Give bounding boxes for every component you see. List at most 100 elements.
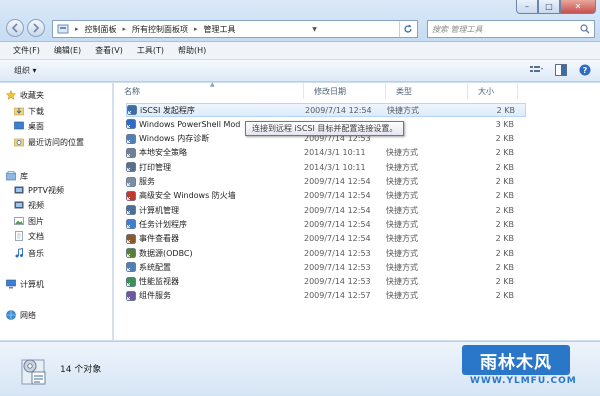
file-name-cell: 高级安全 Windows 防火墙 <box>126 190 304 201</box>
column-header-type[interactable]: 类型 <box>386 83 468 99</box>
file-row[interactable]: 性能监视器 2009/7/14 12:53 快捷方式 2 KB <box>126 275 526 289</box>
nav-libraries[interactable]: 库 <box>6 169 28 183</box>
file-name-cell: 数据源(ODBC) <box>126 248 304 259</box>
menu-file[interactable]: 文件(F) <box>8 45 45 56</box>
file-row[interactable]: 打印管理 2014/3/1 10:11 快捷方式 2 KB <box>126 160 526 174</box>
documents-library-icon <box>15 231 23 241</box>
view-options-button[interactable] <box>530 63 544 77</box>
video-library-icon <box>14 201 24 209</box>
back-button[interactable] <box>6 19 24 37</box>
forward-arrow-icon <box>33 23 40 33</box>
file-row[interactable]: 本地安全策略 2014/3/1 10:11 快捷方式 2 KB <box>126 146 526 160</box>
file-size-cell: 2 KB <box>495 219 514 229</box>
address-bar[interactable]: ▸ 控制面板 ▸ 所有控制面板项 ▸ 管理工具 ▼ <box>52 20 418 38</box>
file-name-cell: 计算机管理 <box>126 205 304 216</box>
nav-downloads[interactable]: 下载 <box>14 104 44 118</box>
nav-pictures[interactable]: 图片 <box>14 214 44 228</box>
breadcrumb-control-panel[interactable]: 控制面板 <box>85 24 117 35</box>
organize-button[interactable]: 组织 ▾ <box>14 65 37 76</box>
file-row[interactable]: 服务 2009/7/14 12:54 快捷方式 2 KB <box>126 175 526 189</box>
nav-network[interactable]: 网络 <box>6 308 36 322</box>
column-header-size[interactable]: 大小 <box>468 83 518 99</box>
file-size-cell: 2 KB <box>495 234 514 244</box>
file-size-cell: 2 KB <box>495 162 514 172</box>
file-row[interactable]: 计算机管理 2009/7/14 12:54 快捷方式 2 KB <box>126 203 526 217</box>
file-name: iSCSI 发起程序 <box>140 105 195 115</box>
breadcrumb-all-items[interactable]: 所有控制面板项 <box>132 24 188 35</box>
file-date-cell: 2009/7/14 12:54 <box>305 105 372 115</box>
nav-videos[interactable]: 视频 <box>14 198 44 212</box>
nav-documents[interactable]: 文档 <box>14 229 44 243</box>
forward-button[interactable] <box>27 19 45 37</box>
search-icon[interactable] <box>580 24 590 34</box>
search-input[interactable]: 搜索 管理工具 <box>427 20 595 38</box>
downloads-folder-icon <box>14 107 24 116</box>
recent-places-icon <box>14 138 24 147</box>
file-row[interactable]: 事件查看器 2009/7/14 12:54 快捷方式 2 KB <box>126 232 526 246</box>
nav-desktop[interactable]: 桌面 <box>14 119 44 133</box>
file-name: 计算机管理 <box>139 205 179 215</box>
breadcrumb-admin-tools[interactable]: 管理工具 <box>204 24 236 35</box>
shortcut-icon <box>126 219 136 230</box>
shortcut-icon <box>126 191 136 201</box>
column-header-date[interactable]: 修改日期 <box>304 83 386 99</box>
file-name-cell: 本地安全策略 <box>126 147 304 158</box>
menu-tools[interactable]: 工具(T) <box>132 45 169 56</box>
nav-label: 库 <box>20 171 28 181</box>
file-row[interactable]: 数据源(ODBC) 2009/7/14 12:53 快捷方式 2 KB <box>126 246 526 260</box>
file-type-cell: 快捷方式 <box>386 205 418 215</box>
shortcut-icon <box>126 176 136 187</box>
star-icon <box>6 90 16 100</box>
file-name-cell: iSCSI 发起程序 <box>127 105 305 116</box>
file-name: 组件服务 <box>139 291 171 301</box>
shortcut-icon <box>126 119 136 130</box>
close-button[interactable]: ✕ <box>560 0 596 14</box>
file-date-cell: 2009/7/14 12:54 <box>304 191 371 201</box>
nav-recent-places[interactable]: 最近访问的位置 <box>14 135 84 149</box>
maximize-button[interactable]: □ <box>538 0 560 14</box>
file-row[interactable]: 任务计划程序 2009/7/14 12:54 快捷方式 2 KB <box>126 217 526 231</box>
file-type-cell: 快捷方式 <box>386 262 418 272</box>
preview-pane-button[interactable] <box>554 63 568 77</box>
help-icon: ? <box>579 64 591 76</box>
file-date-cell: 2009/7/14 12:54 <box>304 219 371 229</box>
refresh-button[interactable] <box>398 21 417 37</box>
admin-tools-folder-icon <box>21 359 46 385</box>
file-row[interactable]: 组件服务 2009/7/14 12:57 快捷方式 2 KB <box>126 289 526 303</box>
libraries-icon <box>6 171 16 181</box>
file-size-cell: 3 KB <box>495 119 514 129</box>
menu-view[interactable]: 查看(V) <box>90 45 128 56</box>
menu-edit[interactable]: 编辑(E) <box>49 45 86 56</box>
file-type-cell: 快捷方式 <box>386 277 418 287</box>
nav-pptv-videos[interactable]: PPTV视频 <box>14 183 64 197</box>
address-dropdown-icon[interactable]: ▼ <box>312 26 322 33</box>
file-size-cell: 2 KB <box>495 134 514 144</box>
column-header-name[interactable]: 名称 <box>114 83 304 99</box>
watermark-url: WWW.YLMFU.COM <box>470 376 577 386</box>
pictures-library-icon <box>14 217 24 225</box>
refresh-icon <box>404 24 413 33</box>
file-type-cell: 快捷方式 <box>386 162 418 172</box>
minimize-button[interactable]: – <box>516 0 538 14</box>
nav-label: 桌面 <box>28 121 44 131</box>
video-library-icon <box>14 186 24 194</box>
computer-icon <box>6 279 16 289</box>
file-type-cell: 快捷方式 <box>387 105 419 115</box>
nav-music[interactable]: 音乐 <box>14 246 44 260</box>
nav-computer[interactable]: 计算机 <box>6 277 44 291</box>
item-tooltip: 连接到远程 iSCSI 目标并配置连接设置。 <box>245 121 405 136</box>
file-name-cell: 组件服务 <box>126 290 304 301</box>
file-type-cell: 快捷方式 <box>386 234 418 244</box>
menu-bar: 文件(F) 编辑(E) 查看(V) 工具(T) 帮助(H) <box>0 42 600 60</box>
column-headers: 名称 修改日期 类型 大小 <box>114 83 600 99</box>
shortcut-icon <box>126 205 136 215</box>
help-button[interactable]: ? <box>578 63 592 77</box>
menu-help[interactable]: 帮助(H) <box>173 45 211 56</box>
network-icon <box>6 310 16 320</box>
file-row[interactable]: 高级安全 Windows 防火墙 2009/7/14 12:54 快捷方式 2 KB <box>126 189 526 203</box>
file-row[interactable]: iSCSI 发起程序 2009/7/14 12:54 快捷方式 2 KB <box>126 103 526 117</box>
item-count: 14 个对象 <box>60 365 102 375</box>
file-row[interactable]: 系统配置 2009/7/14 12:53 快捷方式 2 KB <box>126 260 526 274</box>
file-name-cell: 打印管理 <box>126 162 304 173</box>
nav-favorites[interactable]: 收藏夹 <box>6 88 44 102</box>
